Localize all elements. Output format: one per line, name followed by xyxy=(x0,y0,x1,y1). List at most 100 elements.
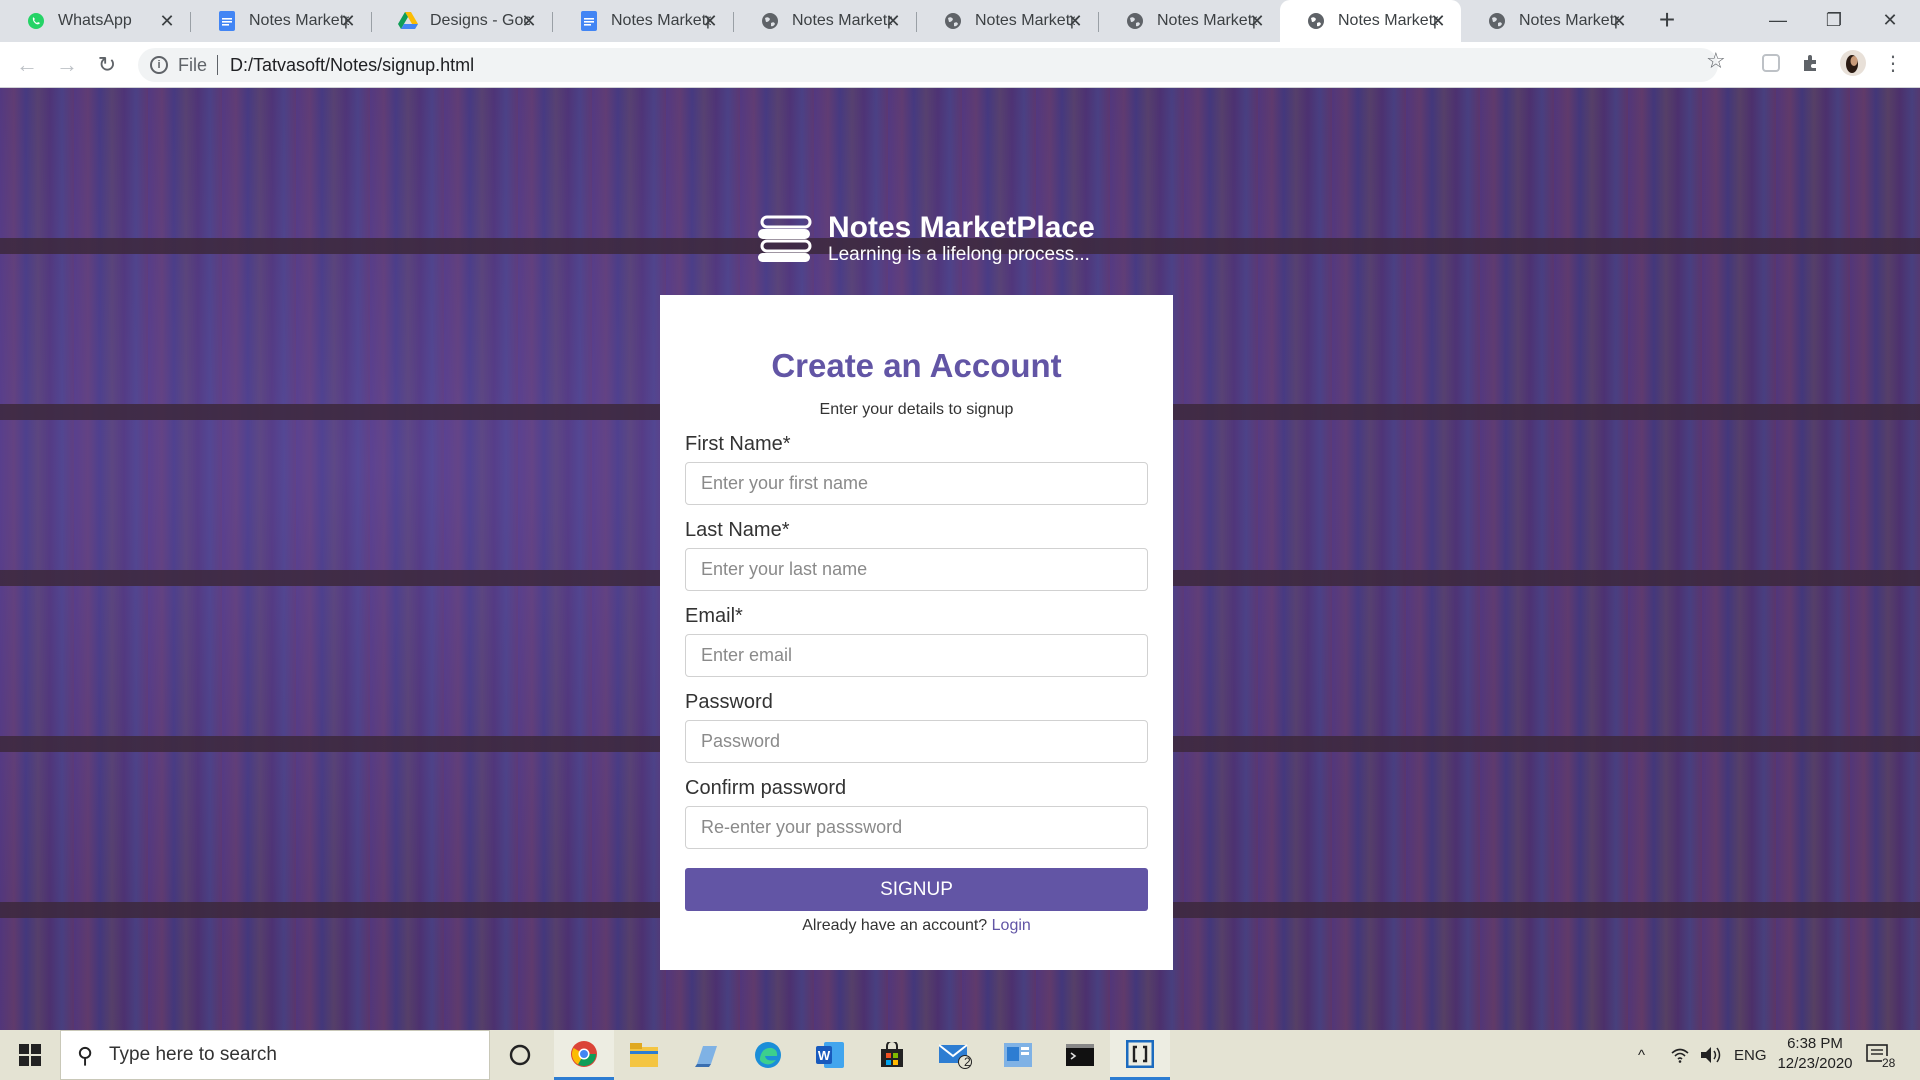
last-name-label: Last Name* xyxy=(685,519,790,541)
close-icon[interactable]: ✕ xyxy=(337,10,359,32)
browser-tab-strip: WhatsApp ✕ Notes Marketp ✕ Designs - Goo… xyxy=(0,0,1920,42)
first-name-group: First Name* xyxy=(685,433,1148,505)
globe-icon xyxy=(1306,11,1326,31)
page-title: Create an Account xyxy=(771,347,1062,384)
file-explorer-icon[interactable] xyxy=(614,1030,674,1080)
page-subtitle: Enter your details to signup xyxy=(819,401,1014,418)
close-icon[interactable]: ✕ xyxy=(882,10,904,32)
signup-button[interactable]: SIGNUP xyxy=(685,868,1148,911)
email-label: Email* xyxy=(685,605,743,627)
url-text: D:/Tatvasoft/Notes/signup.html xyxy=(230,54,475,75)
brand-logo[interactable]: Notes MarketPlace Learning is a lifelong… xyxy=(756,212,1095,266)
back-button[interactable]: ← xyxy=(12,50,42,80)
browser-toolbar: ← → ↻ i File D:/Tatvasoft/Notes/signup.h… xyxy=(0,42,1920,88)
search-icon: ⚲ xyxy=(77,1043,94,1068)
extension-icon[interactable] xyxy=(1758,50,1784,76)
confirm-password-group: Confirm password xyxy=(685,777,1148,849)
avatar[interactable] xyxy=(1840,50,1866,76)
tab-notes-marketplace-doc-2[interactable]: Notes Marketp ✕ xyxy=(553,0,733,42)
brand-text: Notes MarketPlace Learning is a lifelong… xyxy=(828,212,1095,266)
tab-notes-marketplace-active[interactable]: Notes Marketp ✕ xyxy=(1280,0,1461,42)
wifi-icon[interactable] xyxy=(1670,1030,1690,1080)
stacked-books-logo-icon xyxy=(756,215,814,263)
taskbar-search-input[interactable]: ⚲ Type here to search xyxy=(60,1030,490,1080)
globe-icon xyxy=(1125,11,1145,31)
volume-icon[interactable] xyxy=(1700,1030,1722,1080)
login-link[interactable]: Login xyxy=(992,917,1031,934)
url-scheme: File xyxy=(178,54,208,75)
login-prompt: Already have an account? Login xyxy=(685,917,1148,935)
close-icon[interactable]: ✕ xyxy=(518,10,540,32)
tab-notes-marketplace-page[interactable]: Notes Marketp ✕ xyxy=(734,0,916,42)
close-window-button[interactable]: ✕ xyxy=(1862,0,1918,42)
word-icon[interactable]: W xyxy=(800,1030,860,1080)
minimize-button[interactable]: — xyxy=(1750,0,1806,42)
store-icon[interactable] xyxy=(862,1030,922,1080)
tab-notes-marketplace-page-2[interactable]: Notes Marketp ✕ xyxy=(917,0,1098,42)
notification-count: 28 xyxy=(1882,1056,1896,1070)
brand-title: Notes MarketPlace xyxy=(828,211,1095,244)
menu-kebab-icon[interactable]: ⋮ xyxy=(1880,50,1906,76)
reload-button[interactable]: ↻ xyxy=(92,50,122,80)
globe-icon xyxy=(1487,11,1507,31)
url-divider xyxy=(217,55,219,75)
password-label: Password xyxy=(685,691,773,713)
clock-time: 6:38 PM xyxy=(1787,1035,1843,1052)
windows-taskbar: ⚲ Type here to search W 2 ^ ENG 6:38 PM … xyxy=(0,1030,1920,1080)
docs-icon xyxy=(217,11,237,31)
globe-icon xyxy=(943,11,963,31)
outlook-icon[interactable] xyxy=(988,1030,1048,1080)
terminal-icon[interactable] xyxy=(1050,1030,1110,1080)
close-icon[interactable]: ✕ xyxy=(1608,10,1630,32)
docs-icon xyxy=(579,11,599,31)
cortana-icon[interactable] xyxy=(490,1030,550,1080)
password-group: Password xyxy=(685,691,1148,763)
login-prompt-text: Already have an account? xyxy=(802,917,988,934)
restore-button[interactable]: ❐ xyxy=(1806,0,1862,42)
tab-whatsapp[interactable]: WhatsApp ✕ xyxy=(0,0,190,42)
email-field[interactable] xyxy=(685,634,1148,677)
confirm-password-label: Confirm password xyxy=(685,777,847,799)
last-name-group: Last Name* xyxy=(685,519,1148,591)
tab-notes-marketplace-page-4[interactable]: Notes Marketp ✕ xyxy=(1461,0,1642,42)
language-indicator[interactable]: ENG xyxy=(1734,1030,1767,1080)
new-tab-button[interactable]: + xyxy=(1652,6,1682,36)
confirm-password-field[interactable] xyxy=(685,806,1148,849)
brackets-editor-icon[interactable] xyxy=(1110,1030,1170,1080)
notification-center-icon[interactable]: 28 xyxy=(1866,1030,1896,1080)
close-icon[interactable]: ✕ xyxy=(1246,10,1268,32)
bookmark-star-icon[interactable]: ☆ xyxy=(1706,48,1726,74)
globe-icon xyxy=(760,11,780,31)
email-group: Email* xyxy=(685,605,1148,677)
clock-date: 12/23/2020 xyxy=(1777,1055,1853,1072)
tray-chevron-up-icon[interactable]: ^ xyxy=(1638,1030,1645,1080)
notepad-icon[interactable] xyxy=(676,1030,736,1080)
last-name-field[interactable] xyxy=(685,548,1148,591)
edge-icon[interactable] xyxy=(738,1030,798,1080)
forward-button[interactable]: → xyxy=(52,50,82,80)
windows-start-button[interactable] xyxy=(0,1030,60,1080)
taskbar-clock[interactable]: 6:38 PM 12/23/2020 xyxy=(1770,1034,1860,1074)
brand-tagline: Learning is a lifelong process... xyxy=(828,244,1090,265)
password-field[interactable] xyxy=(685,720,1148,763)
first-name-field[interactable] xyxy=(685,462,1148,505)
puzzle-extensions-icon[interactable] xyxy=(1798,50,1824,76)
close-icon[interactable]: ✕ xyxy=(1064,10,1086,32)
close-icon[interactable]: ✕ xyxy=(1427,10,1449,32)
tab-designs-drive[interactable]: Designs - Goog ✕ xyxy=(372,0,552,42)
mail-icon[interactable]: 2 xyxy=(926,1030,986,1080)
signup-card: Create an Account Enter your details to … xyxy=(660,295,1173,970)
svg-text:W: W xyxy=(818,1048,831,1063)
signup-page: Notes MarketPlace Learning is a lifelong… xyxy=(0,88,1920,1030)
whatsapp-icon xyxy=(26,11,46,31)
close-icon[interactable]: ✕ xyxy=(156,10,178,32)
drive-icon xyxy=(398,11,418,31)
address-bar[interactable]: i File D:/Tatvasoft/Notes/signup.html xyxy=(138,48,1718,82)
tab-notes-marketplace-doc[interactable]: Notes Marketp ✕ xyxy=(191,0,371,42)
tab-notes-marketplace-page-3[interactable]: Notes Marketp ✕ xyxy=(1099,0,1280,42)
chrome-icon[interactable] xyxy=(554,1030,614,1080)
first-name-label: First Name* xyxy=(685,433,791,455)
info-icon[interactable]: i xyxy=(150,56,168,74)
taskbar-search-placeholder: Type here to search xyxy=(109,1044,277,1065)
close-icon[interactable]: ✕ xyxy=(699,10,721,32)
